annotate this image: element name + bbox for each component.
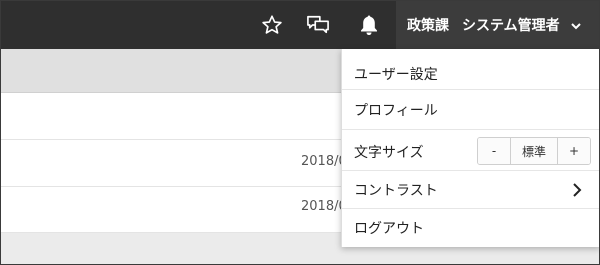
- menu-item-label: ユーザー設定: [354, 67, 438, 83]
- row-date: 2018/0: [301, 154, 347, 169]
- chevron-right-icon: [572, 182, 584, 197]
- app-window: 政策課 システム管理者 2018/0 2018/0 ユーザー設定 プロフィール: [0, 0, 600, 265]
- user-name: システム管理者: [462, 18, 560, 34]
- menu-item-label: 文字サイズ: [354, 145, 424, 161]
- text-size-control: - 標準 +: [477, 137, 591, 165]
- chat-icon[interactable]: [306, 13, 330, 37]
- menu-item-label: ログアウト: [354, 221, 424, 237]
- user-menu-toggle[interactable]: 政策課 システム管理者: [396, 1, 599, 49]
- department-name: 政策課: [407, 18, 449, 34]
- top-navigation-bar: 政策課 システム管理者: [1, 1, 599, 49]
- text-size-decrease-button[interactable]: -: [478, 138, 511, 164]
- text-size-reset-button[interactable]: 標準: [511, 138, 558, 164]
- chevron-down-icon: [570, 17, 584, 31]
- menu-item-label: プロフィール: [354, 103, 438, 119]
- user-dropdown-menu: ユーザー設定 プロフィール 文字サイズ - 標準 + コントラスト ログアウト: [341, 49, 599, 247]
- text-size-increase-button[interactable]: +: [558, 138, 590, 164]
- bell-icon[interactable]: [357, 13, 381, 37]
- menu-item-logout[interactable]: ログアウト: [342, 208, 599, 247]
- menu-item-profile[interactable]: プロフィール: [342, 89, 599, 130]
- menu-item-contrast[interactable]: コントラスト: [342, 170, 599, 209]
- menu-item-label: コントラスト: [354, 183, 438, 199]
- menu-item-user-settings[interactable]: ユーザー設定: [342, 49, 599, 90]
- row-date: 2018/0: [301, 199, 347, 214]
- menu-item-text-size: 文字サイズ - 標準 +: [342, 129, 599, 171]
- star-icon[interactable]: [260, 13, 284, 37]
